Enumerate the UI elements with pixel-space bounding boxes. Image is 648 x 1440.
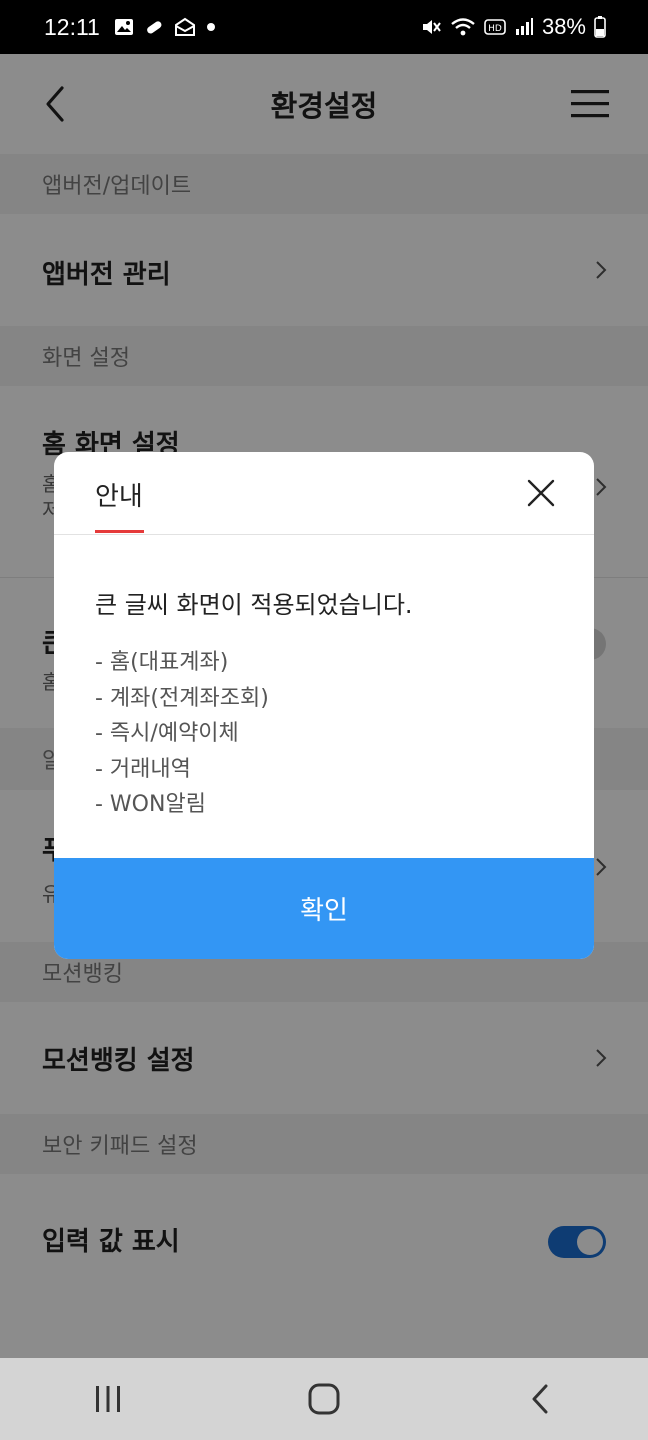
back-icon [532,1384,548,1414]
pill-icon [146,21,162,34]
recent-apps-button[interactable] [78,1369,138,1429]
mute-vibrate-icon [422,20,441,34]
system-navbar [0,1358,648,1440]
notice-dialog: 안내 큰 글씨 화면이 적용되었습니다. - 홈(대표계좌) - 계좌(전계좌조… [54,452,594,959]
status-bar: 12:11 HD 38% [0,0,648,54]
back-nav-button[interactable] [510,1369,570,1429]
list-item: - WON알림 [95,792,206,817]
list-item: - 즉시/예약이체 [95,721,239,746]
status-time: 12:11 [44,13,100,40]
dot-icon [206,23,215,31]
dialog-header: 안내 [54,452,594,535]
wifi-icon [451,18,475,36]
signal-icon [515,18,533,35]
mail-open-icon [174,17,195,36]
confirm-button[interactable]: 확인 [54,858,594,959]
gallery-icon [114,19,133,35]
recent-apps-icon [96,1386,120,1412]
svg-text:HD: HD [488,24,502,34]
hd-icon: HD [484,19,506,35]
list-item: - 계좌(전계좌조회) [95,685,269,711]
applied-screens-list: - 홈(대표계좌) - 계좌(전계좌조회) - 즉시/예약이체 - 거래내역 -… [95,645,269,823]
list-item: - 거래내역 [95,756,191,782]
home-icon [308,1383,340,1415]
dialog-tab-label: 안내 [95,482,143,512]
list-item: - 홈(대표계좌) [95,650,229,675]
home-button[interactable] [294,1369,354,1429]
dialog-message: 큰 글씨 화면이 적용되었습니다. [95,591,413,619]
battery-icon [594,16,606,38]
tab-underline [95,530,144,533]
battery-percent: 38% [541,14,586,39]
close-icon[interactable] [526,478,556,508]
